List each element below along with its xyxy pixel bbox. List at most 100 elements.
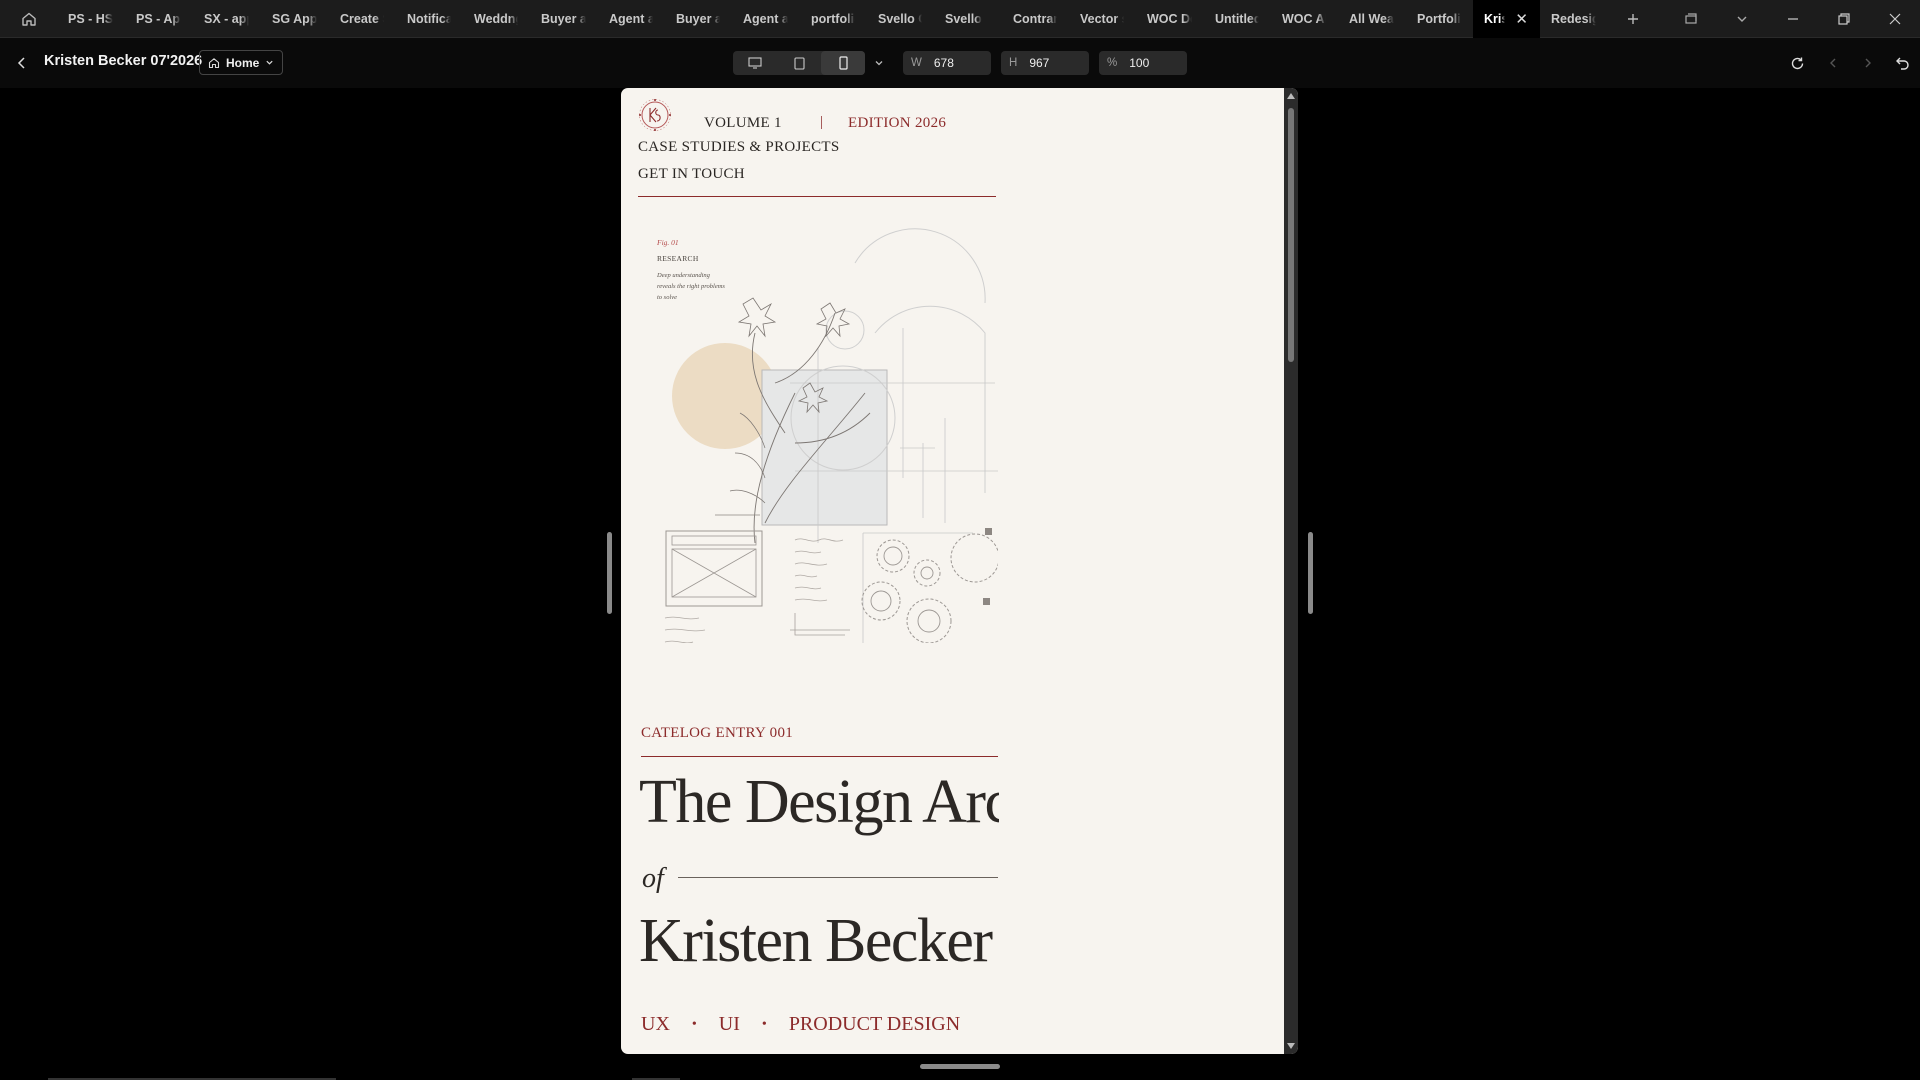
tab-item[interactable]: Buyer ap <box>665 0 732 38</box>
resize-handle-right[interactable] <box>1308 532 1313 614</box>
tab-item[interactable]: Notificat <box>396 0 463 38</box>
mobile-icon <box>838 56 848 70</box>
tab-item[interactable]: Agent ap <box>598 0 665 38</box>
home-icon <box>208 57 220 68</box>
tab-item[interactable]: Portfolio <box>1406 0 1473 38</box>
hero-title-line2: Kristen Becker <box>639 907 993 975</box>
title-divider <box>678 877 998 878</box>
figure-label: Fig. 01 <box>657 238 679 247</box>
tab-item[interactable]: Buyer ap <box>530 0 598 38</box>
tab-item[interactable]: Vector sp <box>1069 0 1136 38</box>
tab-item[interactable]: Create S <box>329 0 396 38</box>
device-switcher <box>733 51 865 75</box>
catalog-entry-label: CATELOG ENTRY 001 <box>641 725 794 741</box>
tab-item[interactable]: Svello Cu <box>867 0 934 38</box>
tab-item[interactable]: SX - app <box>193 0 261 38</box>
scroll-thumb[interactable] <box>1288 108 1294 362</box>
figure-description: Deep understanding reveals the right pro… <box>657 272 725 301</box>
desktop-device-button[interactable] <box>733 51 777 75</box>
tab-item[interactable]: Redesign <box>1540 0 1608 38</box>
page-selector[interactable]: Home <box>199 50 284 75</box>
nav-link-case-studies[interactable]: CASE STUDIES & PROJECTS <box>638 139 840 156</box>
tab-item[interactable]: Contrari <box>1002 0 1069 38</box>
monogram-logo <box>639 99 671 131</box>
tab-item[interactable]: All Weat <box>1338 0 1406 38</box>
chevron-right-icon <box>1865 58 1871 68</box>
preview-actions <box>1780 50 1920 76</box>
tab-label: PS - App <box>136 11 181 26</box>
tablet-device-button[interactable] <box>777 51 821 75</box>
close-tab-icon[interactable]: ✕ <box>1515 10 1528 28</box>
plus-icon <box>1628 13 1638 24</box>
close-icon <box>1889 13 1900 25</box>
tag-product-design: PRODUCT DESIGN <box>788 1013 961 1035</box>
tab-item[interactable]: PS - HS, I <box>57 0 125 38</box>
scroll-up-arrow[interactable] <box>1287 93 1295 99</box>
tab-label: Weddng <box>474 11 518 26</box>
restore-button[interactable] <box>1818 0 1869 38</box>
discipline-tags: UX • UI • PRODUCT DESIGN <box>641 1013 960 1036</box>
minimize-button[interactable] <box>1767 0 1818 38</box>
reload-button[interactable] <box>1780 50 1815 76</box>
tab-label: Create S <box>340 11 384 26</box>
tab-dropdown-button[interactable] <box>1716 0 1767 38</box>
tab-label: Notificat <box>407 11 451 26</box>
tab-label: Redesign <box>1551 11 1596 26</box>
tab-label: portfolio <box>811 11 855 26</box>
tab-label: Agent ap <box>743 11 788 26</box>
desktop-icon <box>748 57 762 69</box>
tab-label: SX - app <box>204 11 249 26</box>
history-forward-button[interactable] <box>1850 50 1885 76</box>
tab-item-active[interactable]: Krist ✕ <box>1473 0 1540 38</box>
chevron-down-icon <box>266 60 273 65</box>
edition-label: EDITION 2026 <box>848 115 947 131</box>
tab-item[interactable]: Untitled <box>1204 0 1271 38</box>
home-icon <box>21 12 36 26</box>
tab-item[interactable]: SG App <box>261 0 329 38</box>
mobile-device-button[interactable] <box>821 51 865 75</box>
tab-label: Agent ap <box>609 11 653 26</box>
volume-label: VOLUME 1 <box>704 115 782 131</box>
zoom-value: 100 <box>1129 56 1150 70</box>
scroll-down-arrow[interactable] <box>1287 1043 1295 1049</box>
tab-label: Portfolio <box>1417 11 1461 26</box>
height-field[interactable]: H 967 <box>1001 51 1089 75</box>
tab-item[interactable]: Weddng <box>463 0 530 38</box>
preview-toolbar: Kristen Becker 07'2026 Home W 678 H 967 … <box>0 38 1920 88</box>
tab-overview-button[interactable] <box>1665 0 1716 38</box>
zoom-field[interactable]: % 100 <box>1099 51 1187 75</box>
preview-scrollbar[interactable] <box>1284 88 1298 1054</box>
tab-item[interactable]: portfolio <box>800 0 867 38</box>
restore-icon <box>1837 13 1850 25</box>
tab-label: Buyer ap <box>676 11 720 26</box>
undo-button[interactable] <box>1885 50 1920 76</box>
tag-ux: UX <box>641 1013 670 1035</box>
tag-ui: UI <box>718 1013 740 1035</box>
header-separator: | <box>820 114 824 130</box>
minimize-icon <box>1787 18 1798 20</box>
close-window-button[interactable] <box>1869 0 1920 38</box>
tab-label: All Weat <box>1349 11 1394 26</box>
device-options-button[interactable] <box>874 55 884 73</box>
nav-link-contact[interactable]: GET IN TOUCH <box>638 166 745 183</box>
resize-handle-left[interactable] <box>607 532 612 614</box>
chevron-left-icon <box>1829 58 1835 68</box>
tab-item[interactable]: Svello <box>934 0 1002 38</box>
resize-handle-bottom[interactable] <box>920 1064 1000 1069</box>
tab-item[interactable]: PS - App <box>125 0 193 38</box>
page-selector-label: Home <box>226 55 260 70</box>
undo-icon <box>1896 57 1909 70</box>
home-tab[interactable] <box>0 0 57 38</box>
tab-item[interactable]: Agent ap <box>732 0 800 38</box>
width-field[interactable]: W 678 <box>903 51 991 75</box>
tab-label: Krist <box>1484 11 1505 26</box>
width-value: 678 <box>933 56 954 70</box>
height-label: H <box>1009 57 1018 69</box>
new-tab-button[interactable] <box>1614 0 1652 38</box>
hero-title-of: of <box>642 863 664 894</box>
history-back-button[interactable] <box>1815 50 1850 76</box>
tab-item[interactable]: WOC All <box>1271 0 1338 38</box>
back-button[interactable] <box>12 53 32 73</box>
tab-item[interactable]: WOC De <box>1136 0 1204 38</box>
tag-separator-dot: • <box>761 1016 767 1032</box>
